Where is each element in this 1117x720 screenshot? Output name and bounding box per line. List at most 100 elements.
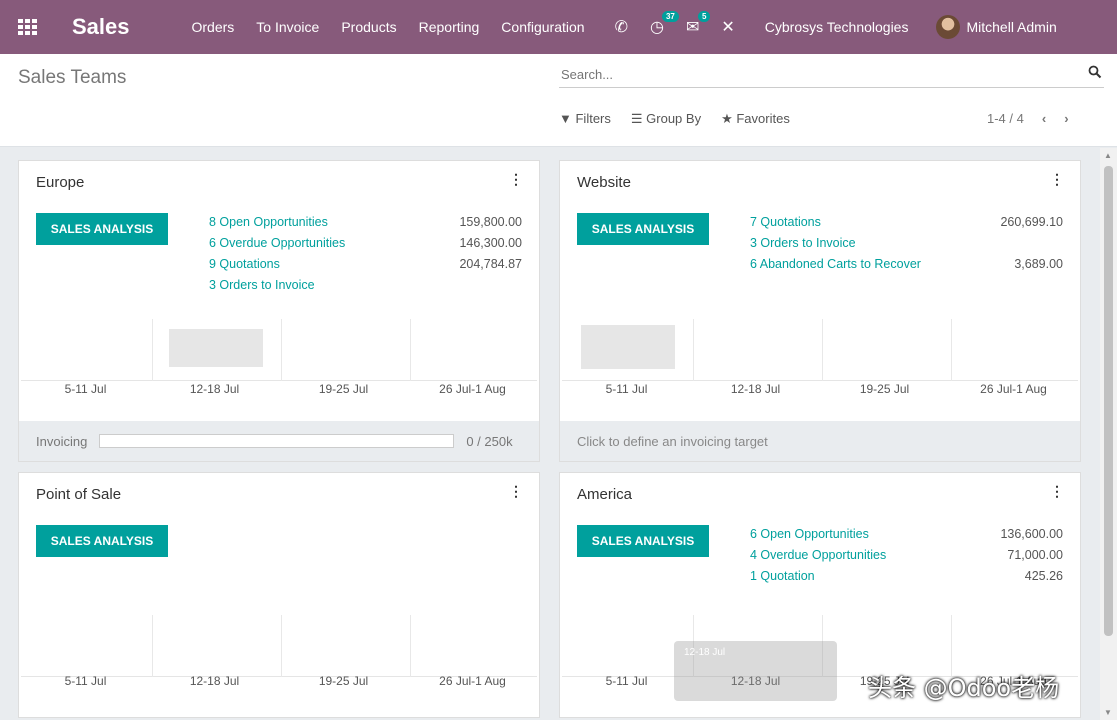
card-menu-icon[interactable]: ⋮ <box>509 483 523 500</box>
stat-link[interactable]: 3 Orders to Invoice <box>209 278 315 299</box>
graph-tick: 19-25 Jul <box>318 382 369 396</box>
graph-tooltip: 12-18 Jul <box>674 641 837 701</box>
pager-previous-icon[interactable]: ‹ <box>1042 111 1046 126</box>
favorites-button[interactable]: ★ Favorites <box>721 111 790 127</box>
favorites-label: Favorites <box>736 111 790 126</box>
stat-link[interactable]: 1 Quotation <box>750 569 815 590</box>
graph-bar[interactable] <box>169 329 263 367</box>
menu-configuration[interactable]: Configuration <box>501 19 584 35</box>
top-navbar: Sales Orders To Invoice Products Reporti… <box>0 0 1117 54</box>
user-menu[interactable]: Mitchell Admin <box>966 19 1056 35</box>
filters-button[interactable]: ▼ Filters <box>559 111 611 127</box>
menu-reporting[interactable]: Reporting <box>419 19 480 35</box>
invoicing-footer: Invoicing 0 / 250k <box>19 421 539 461</box>
card-menu-icon[interactable]: ⋮ <box>1050 483 1064 500</box>
sales-analysis-button[interactable]: SALES ANALYSIS <box>577 213 709 245</box>
company-switcher[interactable]: Cybrosys Technologies <box>765 19 909 35</box>
stat-value: 159,800.00 <box>459 215 522 229</box>
menu-to-invoice[interactable]: To Invoice <box>256 19 319 35</box>
graph-gridline <box>281 319 282 381</box>
graph-tick: 26 Jul-1 Aug <box>439 382 506 396</box>
sales-analysis-button[interactable]: SALES ANALYSIS <box>577 525 709 557</box>
apps-menu-icon[interactable] <box>18 19 38 35</box>
groupby-button[interactable]: ☰ Group By <box>631 111 701 127</box>
sales-analysis-button[interactable]: SALES ANALYSIS <box>36 213 168 245</box>
stat-link[interactable]: 8 Open Opportunities <box>209 215 328 236</box>
graph-tick: 5-11 Jul <box>64 382 107 396</box>
invoicing-footer: Click to define an invoicing target <box>560 421 1080 461</box>
tooltip-text: 12-18 Jul <box>684 647 726 658</box>
stat-value: 204,784.87 <box>459 257 522 271</box>
app-title: Sales <box>72 14 130 39</box>
search-bar <box>559 63 1104 88</box>
team-card-website[interactable]: Website ⋮ SALES ANALYSIS 7 Quotations 260… <box>559 160 1081 462</box>
graph-tick: 5-11 Jul <box>605 674 648 688</box>
stat-value: 146,300.00 <box>459 236 522 250</box>
card-menu-icon[interactable]: ⋮ <box>509 171 523 188</box>
graph-axis: 5-11 Jul 12-18 Jul 19-25 Jul 26 Jul-1 Au… <box>21 674 537 688</box>
team-stats: 8 Open Opportunities 159,800.00 6 Overdue… <box>209 215 522 299</box>
define-invoicing-target-link[interactable]: Click to define an invoicing target <box>577 434 768 449</box>
graph-gridline <box>693 319 694 381</box>
sales-analysis-button[interactable]: SALES ANALYSIS <box>36 525 168 557</box>
activity-count-badge: 37 <box>661 11 679 22</box>
sales-graph[interactable] <box>562 319 1078 381</box>
graph-tick: 19-25 Jul <box>859 382 910 396</box>
team-card-point-of-sale[interactable]: Point of Sale ⋮ SALES ANALYSIS 5-11 Jul … <box>18 472 540 718</box>
graph-gridline <box>951 319 952 381</box>
messages-icon[interactable]: ✉ 5 <box>686 11 711 37</box>
invoicing-value[interactable]: 0 / 250k <box>466 434 512 449</box>
search-input[interactable] <box>559 67 1069 82</box>
scrollbar-thumb[interactable] <box>1104 166 1113 636</box>
stat-link[interactable]: 3 Orders to Invoice <box>750 236 856 257</box>
star-icon: ★ <box>721 111 737 126</box>
graph-bar[interactable] <box>581 325 675 369</box>
stat-value: 71,000.00 <box>1007 548 1063 562</box>
watermark: 头条 @Odoo老杨 <box>868 674 1060 702</box>
page-title: Sales Teams <box>18 67 127 88</box>
phone-icon[interactable]: ✆ <box>615 17 628 37</box>
pager-value[interactable]: 1-4 / 4 <box>987 111 1024 126</box>
filter-icon: ▼ <box>559 111 576 126</box>
card-menu-icon[interactable]: ⋮ <box>1050 171 1064 188</box>
graph-axis: 5-11 Jul 12-18 Jul 19-25 Jul 26 Jul-1 Au… <box>21 382 537 396</box>
vertical-scrollbar[interactable]: ▲ ▼ <box>1100 148 1117 720</box>
graph-tick: 12-18 Jul <box>730 382 781 396</box>
pager: 1-4 / 4 ‹ › <box>987 111 1069 126</box>
menu-orders[interactable]: Orders <box>192 19 235 35</box>
invoicing-progress-bar <box>99 434 455 448</box>
team-card-europe[interactable]: Europe ⋮ SALES ANALYSIS 8 Open Opportuni… <box>18 160 540 462</box>
team-stats: 7 Quotations 260,699.10 3 Orders to Invoi… <box>750 215 1063 278</box>
stat-link[interactable]: 6 Overdue Opportunities <box>209 236 345 257</box>
graph-gridline <box>822 319 823 381</box>
pager-next-icon[interactable]: › <box>1064 111 1068 126</box>
search-icon[interactable] <box>1088 65 1102 79</box>
team-name: America <box>577 486 633 503</box>
graph-tick: 26 Jul-1 Aug <box>439 674 506 688</box>
graph-gridline <box>281 615 282 677</box>
stat-link[interactable]: 9 Quotations <box>209 257 280 278</box>
groupby-label: Group By <box>646 111 702 126</box>
menu-products[interactable]: Products <box>341 19 396 35</box>
team-name: Point of Sale <box>36 486 122 503</box>
user-avatar[interactable] <box>936 15 961 39</box>
stat-value: 136,600.00 <box>1000 527 1063 541</box>
sales-graph[interactable] <box>21 319 537 381</box>
kanban-view: Europe ⋮ SALES ANALYSIS 8 Open Opportuni… <box>0 148 1100 720</box>
activity-clock-icon[interactable]: ◷ 37 <box>650 11 679 37</box>
stat-value: 425.26 <box>1024 569 1063 583</box>
stat-link[interactable]: 6 Abandoned Carts to Recover <box>750 257 921 278</box>
stat-link[interactable]: 7 Quotations <box>750 215 821 236</box>
scroll-up-icon[interactable]: ▲ <box>1104 151 1112 160</box>
stat-link[interactable]: 6 Open Opportunities <box>750 527 869 548</box>
stat-link[interactable]: 4 Overdue Opportunities <box>750 548 886 569</box>
filters-label: Filters <box>575 111 611 126</box>
graph-gridline <box>152 319 153 381</box>
sales-graph[interactable] <box>21 615 537 677</box>
graph-tick: 12-18 Jul <box>189 382 240 396</box>
scroll-down-icon[interactable]: ▼ <box>1104 708 1112 717</box>
graph-tick: 5-11 Jul <box>64 674 107 688</box>
graph-tick: 12-18 Jul <box>189 674 240 688</box>
debug-tools-icon[interactable]: ✕ <box>721 17 734 37</box>
team-name: Europe <box>36 174 85 191</box>
